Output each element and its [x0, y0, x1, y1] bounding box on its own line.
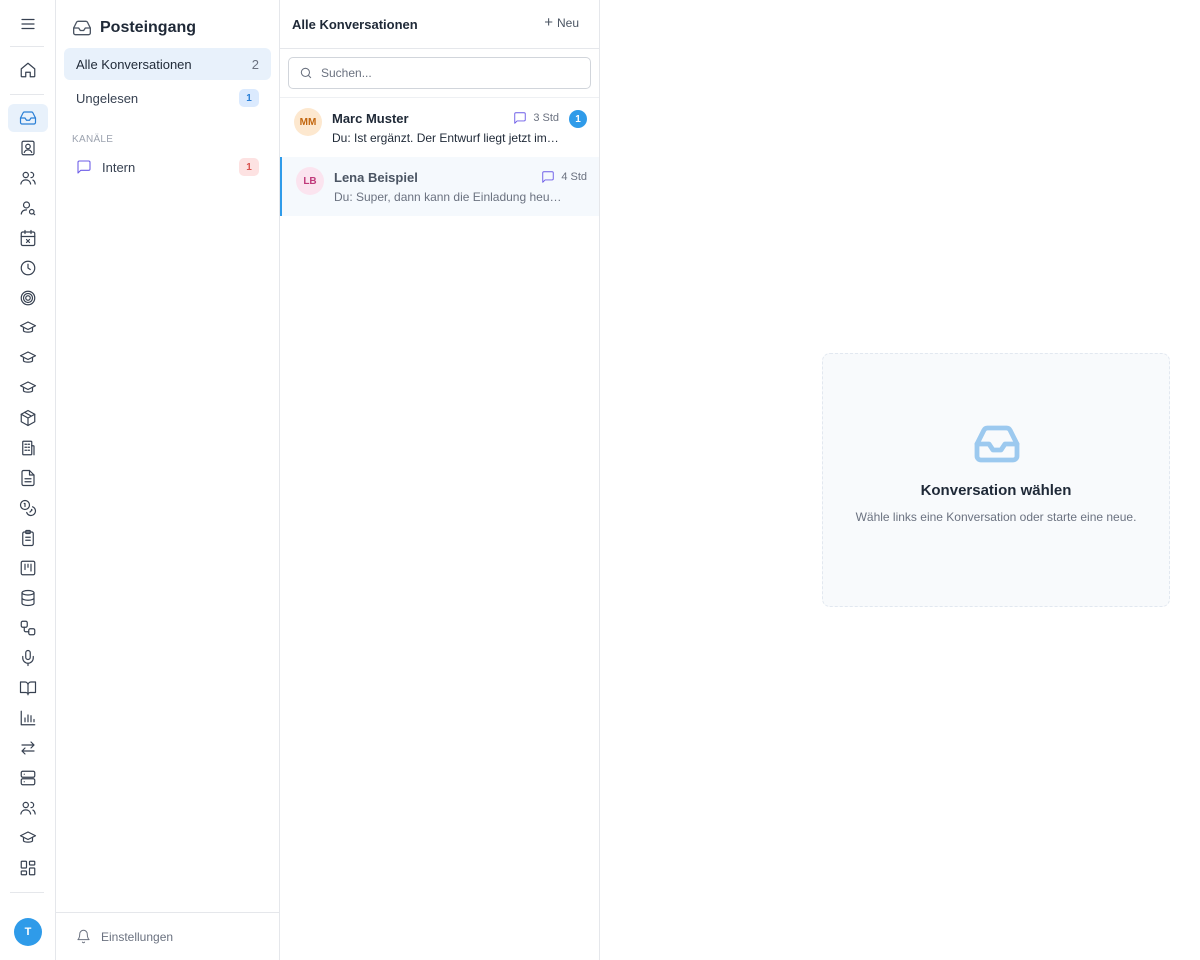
document-icon[interactable] — [8, 464, 48, 492]
settings-link[interactable]: Einstellungen — [56, 912, 279, 960]
target-icon[interactable] — [8, 284, 48, 312]
bar-chart-icon[interactable] — [8, 704, 48, 732]
conversation-list-header: Alle Konversationen + Neu — [280, 0, 599, 49]
chat-bubble-icon — [542, 171, 555, 183]
search-input[interactable] — [321, 66, 571, 80]
users-icon[interactable] — [8, 794, 48, 822]
conversation-list-title: Alle Konversationen — [292, 17, 418, 32]
graduation-cap-icon[interactable] — [8, 344, 48, 372]
contact-name: Marc Muster — [332, 111, 409, 126]
server-icon[interactable] — [8, 764, 48, 792]
microphone-icon[interactable] — [8, 644, 48, 672]
workflow-icon[interactable] — [8, 614, 48, 642]
search-icon — [300, 67, 312, 79]
search-box — [288, 57, 591, 89]
empty-state-card: Konversation wählen Wähle links eine Kon… — [822, 353, 1170, 607]
bell-icon — [77, 929, 90, 944]
settings-label: Einstellungen — [101, 929, 174, 944]
book-open-icon[interactable] — [8, 674, 48, 702]
conversation-count: 2 — [251, 56, 259, 72]
database-icon[interactable] — [8, 584, 48, 612]
contact-avatar: MM — [294, 108, 322, 136]
message-preview: Du: Super, dann kann die Einladung heute… — [334, 190, 562, 204]
inbox-tray-icon — [974, 425, 1020, 463]
plus-icon: + — [544, 14, 553, 31]
coins-icon[interactable] — [8, 494, 48, 522]
home-icon[interactable] — [8, 56, 48, 84]
user-search-icon[interactable] — [8, 194, 48, 222]
new-conversation-button[interactable]: + Neu — [544, 14, 579, 31]
conversation-time: 4 Std — [561, 171, 587, 183]
users-icon[interactable] — [8, 164, 48, 192]
conversation-meta: 4 Std — [541, 170, 587, 184]
message-preview: Du: Ist ergänzt. Der Entwurf liegt jetzt… — [332, 131, 560, 145]
conversation-meta: 3 Std — [513, 111, 559, 125]
graduation-cap-icon[interactable] — [8, 314, 48, 342]
inbox-sidebar: Posteingang Alle Konversationen 2 Ungele… — [56, 0, 280, 960]
app-rail: T — [0, 0, 56, 960]
sidebar-item-label: Ungelesen — [76, 90, 139, 106]
calendar-x-icon[interactable] — [8, 224, 48, 252]
new-conversation-label: Neu — [556, 16, 579, 30]
chat-bubble-icon — [514, 112, 527, 124]
clock-icon[interactable] — [8, 254, 48, 282]
sidebar-title: Posteingang — [100, 19, 197, 36]
building-icon[interactable] — [8, 434, 48, 462]
menu-icon[interactable] — [8, 10, 48, 38]
conversation-list-panel: Alle Konversationen + Neu MM Marc Muster… — [280, 0, 600, 960]
conversation-time: 3 Std — [533, 112, 559, 124]
inbox-icon — [73, 20, 92, 36]
contact-name: Lena Beispiel — [334, 170, 418, 185]
kanban-icon[interactable] — [8, 554, 48, 582]
chat-bubble-icon — [77, 160, 91, 174]
contact-avatar: LB — [296, 167, 324, 195]
unread-count-badge: 1 — [569, 110, 587, 128]
empty-state-subtitle: Wähle links eine Konversation oder start… — [855, 510, 1137, 524]
rail-divider — [10, 892, 44, 893]
package-icon[interactable] — [8, 404, 48, 432]
sidebar-header: Posteingang — [72, 18, 196, 38]
channel-badge: 1 — [239, 158, 259, 176]
rail-divider — [10, 94, 44, 95]
conversation-item-marc-muster[interactable]: MM Marc Muster 3 Std 1 Du: Ist ergänzt. … — [280, 98, 599, 157]
channels-section-label: KANÄLE — [72, 134, 114, 145]
empty-state-title: Konversation wählen — [920, 482, 1072, 499]
graduation-cap-icon[interactable] — [8, 374, 48, 402]
unread-badge: 1 — [239, 89, 259, 107]
grid-icon[interactable] — [8, 854, 48, 882]
sidebar-item-channel-intern[interactable]: Intern 1 — [64, 151, 271, 183]
user-avatar[interactable]: T — [14, 918, 42, 946]
rail-divider — [10, 46, 44, 47]
sidebar-item-label: Alle Konversationen — [76, 56, 192, 72]
conversation-item-lena-beispiel[interactable]: LB Lena Beispiel 4 Std Du: Super, dann k… — [280, 157, 599, 216]
inbox-icon[interactable] — [8, 104, 48, 132]
clipboard-icon[interactable] — [8, 524, 48, 552]
contact-card-icon[interactable] — [8, 134, 48, 162]
graduation-cap-icon[interactable] — [8, 824, 48, 852]
arrows-left-right-icon[interactable] — [8, 734, 48, 762]
sidebar-item-unread[interactable]: Ungelesen 1 — [64, 82, 271, 114]
sidebar-item-all-conversations[interactable]: Alle Konversationen 2 — [64, 48, 271, 80]
sidebar-item-label: Intern — [102, 159, 136, 175]
